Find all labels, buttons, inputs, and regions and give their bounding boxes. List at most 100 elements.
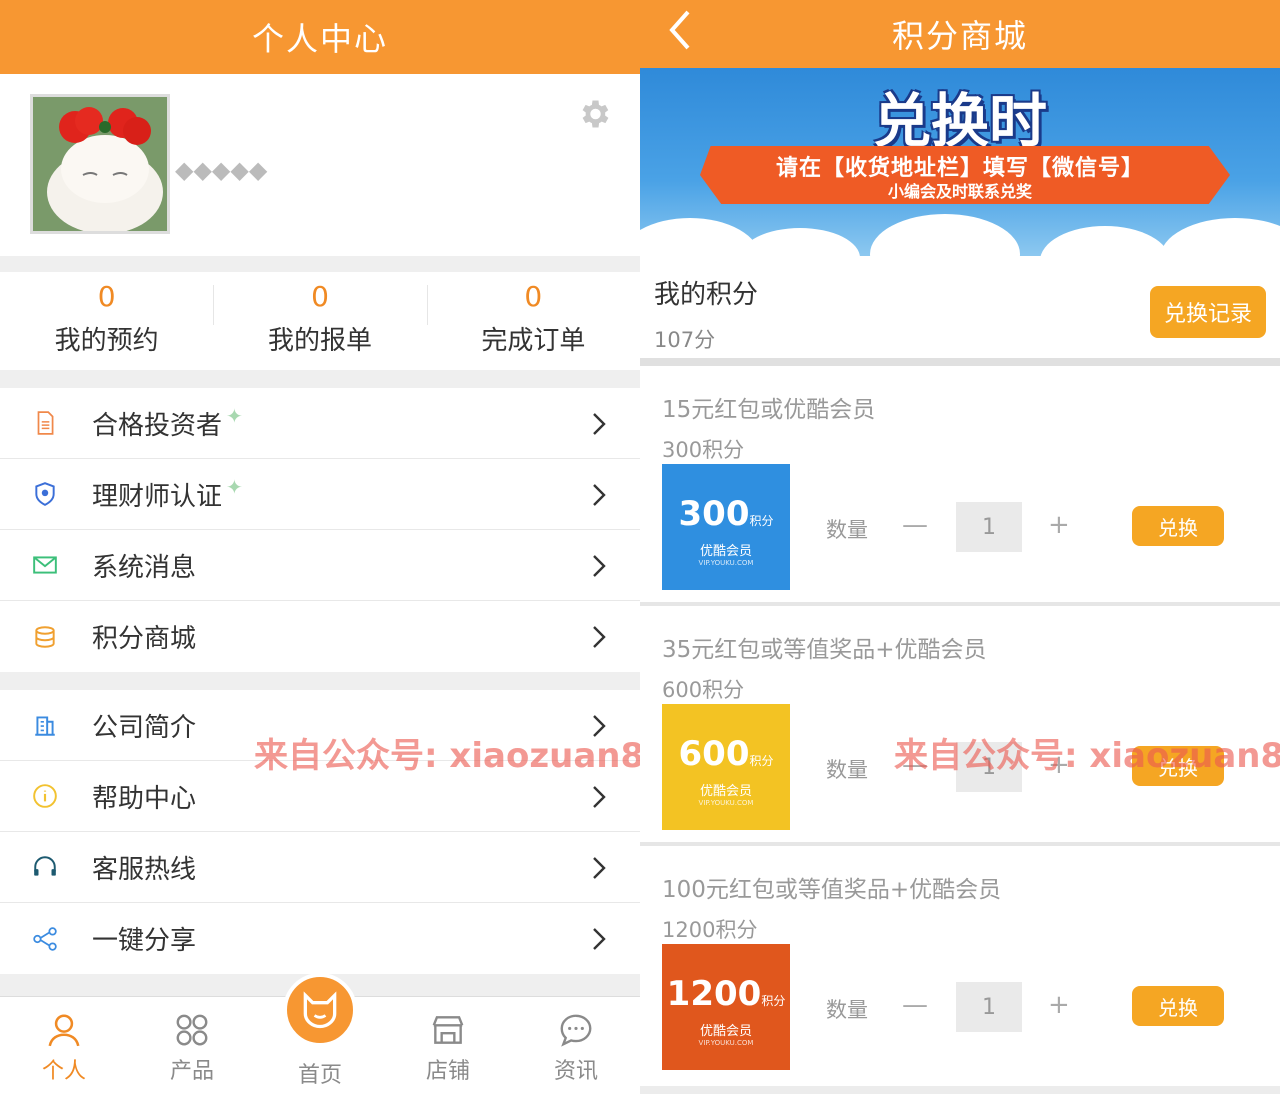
tab-store[interactable]: 店铺: [384, 997, 512, 1094]
watermark: 来自公众号: xiaozuan8: [254, 736, 640, 776]
increase-button[interactable]: +: [1048, 510, 1070, 540]
stat-appointments[interactable]: 0 我的预约: [0, 277, 213, 365]
cloud-decoration: [870, 214, 1020, 256]
reward-image[interactable]: 300积分 优酷会员 VIP.YOUKU.COM: [662, 464, 790, 590]
points-title: 我的积分: [654, 280, 759, 310]
exchange-record-button[interactable]: 兑换记录: [1150, 286, 1266, 338]
menu-label: 公司简介: [92, 712, 197, 743]
decrease-button[interactable]: —: [902, 510, 928, 540]
stat-value: 0: [524, 280, 543, 313]
tab-personal[interactable]: 个人: [0, 997, 128, 1094]
exchange-button[interactable]: 兑换: [1132, 986, 1224, 1026]
image-caption: 优酷会员: [699, 1024, 752, 1039]
stat-label: 完成订单: [481, 326, 586, 356]
tab-label: 个人: [41, 1059, 86, 1084]
quantity-input[interactable]: 1: [956, 982, 1022, 1032]
chevron-right-icon: [593, 626, 606, 648]
image-url: VIP.YOUKU.COM: [698, 559, 754, 567]
reward-item: 15元红包或优酷会员 300积分 300积分 优酷会员 VIP.YOUKU.CO…: [640, 366, 1280, 606]
chevron-right-icon: [593, 484, 606, 506]
stat-completed-orders[interactable]: 0 完成订单: [426, 277, 640, 365]
reward-name: 35元红包或等值奖品+优酷会员: [662, 637, 987, 663]
home-button[interactable]: [283, 973, 357, 1047]
avatar[interactable]: [30, 94, 170, 234]
store-icon: [432, 1016, 464, 1044]
back-arrow-icon[interactable]: [666, 8, 696, 52]
cat-icon: [303, 991, 337, 1029]
chevron-right-icon: [593, 786, 606, 808]
username: ◆◆◆◆◆: [175, 156, 268, 184]
page-title: 积分商城: [891, 17, 1028, 55]
cloud-decoration: [740, 228, 860, 256]
menu-label: 帮助中心: [92, 783, 197, 814]
increase-button[interactable]: +: [1048, 990, 1070, 1020]
menu-label: 合格投资者: [92, 410, 223, 441]
info-icon: [33, 784, 57, 808]
menu-label: 一键分享: [92, 926, 197, 956]
reward-cost: 1200积分: [662, 918, 758, 942]
chevron-right-icon: [593, 555, 606, 577]
chevron-right-icon: [593, 413, 606, 435]
quantity-label: 数量: [826, 518, 868, 542]
menu-item-planner-certification[interactable]: 理财师认证 ✦: [0, 459, 640, 530]
quantity-label: 数量: [826, 758, 868, 782]
banner-title: 兑换时: [872, 87, 1047, 155]
reward-image[interactable]: 1200积分 优酷会员 VIP.YOUKU.COM: [662, 944, 790, 1070]
tab-products[interactable]: 产品: [128, 997, 256, 1094]
image-unit: 积分: [749, 754, 774, 768]
image-caption: 优酷会员: [699, 784, 752, 799]
coins-icon: [35, 625, 55, 648]
menu-item-qualified-investor[interactable]: 合格投资者 ✦: [0, 388, 640, 459]
menu-group-1: 合格投资者 ✦ 理财师认证 ✦ 系统消息 积分商城: [0, 388, 640, 672]
profile-header: 个人中心: [0, 0, 640, 74]
image-points: 300: [678, 494, 750, 534]
quantity-input[interactable]: 1: [956, 502, 1022, 552]
building-icon: [35, 716, 55, 736]
menu-label: 系统消息: [92, 552, 197, 583]
reward-image[interactable]: 600积分 优酷会员 VIP.YOUKU.COM: [662, 704, 790, 830]
stat-value: 0: [97, 280, 116, 313]
reward-name: 15元红包或优酷会员: [662, 397, 876, 423]
decrease-button[interactable]: —: [902, 990, 928, 1020]
grid-icon: [176, 1014, 208, 1046]
menu-item-points-mall[interactable]: 积分商城: [0, 601, 640, 672]
watermark: 来自公众号: xiaozuan8: [894, 736, 1280, 776]
tab-news[interactable]: 资讯: [512, 997, 640, 1094]
exchange-banner: 兑换时 请在【收货地址栏】填写【微信号】 小编会及时联系兑奖: [640, 68, 1280, 256]
reward-name: 100元红包或等值奖品+优酷会员: [662, 877, 1002, 903]
points-mall-screen: 积分商城 兑换时 请在【收货地址栏】填写【微信号】 小编会及时联系兑奖 我的积分…: [640, 0, 1280, 1094]
tab-label: 店铺: [425, 1059, 470, 1084]
profile-screen: 个人中心 ◆◆◆◆◆ 0 我的预约 0 我的报单 0 完成订单 合格投资者 ✦ …: [0, 0, 640, 1094]
quantity-label: 数量: [826, 998, 868, 1022]
banner-line2: 小编会及时联系兑奖: [887, 182, 1032, 201]
reward-cost: 300积分: [662, 438, 745, 462]
image-points: 600: [678, 734, 750, 774]
image-unit: 积分: [749, 514, 774, 528]
bottom-tab-bar: 个人 产品 首页 店铺 资讯: [0, 973, 640, 1094]
share-icon: [33, 926, 57, 951]
my-points-panel: 我的积分 107分 兑换记录: [640, 256, 1280, 366]
exchange-button[interactable]: 兑换: [1132, 506, 1224, 546]
stat-reports[interactable]: 0 我的报单: [213, 277, 426, 365]
stat-label: 我的预约: [54, 326, 159, 356]
headset-icon: [34, 856, 56, 876]
tab-home[interactable]: 首页: [256, 973, 384, 1094]
cloud-decoration: [1040, 226, 1170, 256]
reward-item: 100元红包或等值奖品+优酷会员 1200积分 1200积分 优酷会员 VIP.…: [640, 846, 1280, 1086]
points-value: 107分: [654, 328, 716, 352]
reward-cost: 600积分: [662, 678, 745, 702]
chat-icon: [560, 1014, 592, 1047]
gear-icon[interactable]: [576, 96, 612, 132]
menu-item-share[interactable]: 一键分享: [0, 903, 640, 974]
page-title: 个人中心: [251, 20, 388, 58]
menu-item-customer-hotline[interactable]: 客服热线: [0, 832, 640, 903]
mall-header: 积分商城: [640, 0, 1280, 68]
image-url: VIP.YOUKU.COM: [698, 1039, 754, 1047]
sparkle-icon: ✦: [226, 404, 243, 428]
stat-label: 我的报单: [267, 326, 372, 356]
menu-label: 客服热线: [92, 854, 197, 885]
tab-label: 首页: [297, 1063, 342, 1088]
image-unit: 积分: [761, 994, 786, 1008]
document-icon: [37, 411, 54, 435]
menu-item-system-messages[interactable]: 系统消息: [0, 530, 640, 601]
